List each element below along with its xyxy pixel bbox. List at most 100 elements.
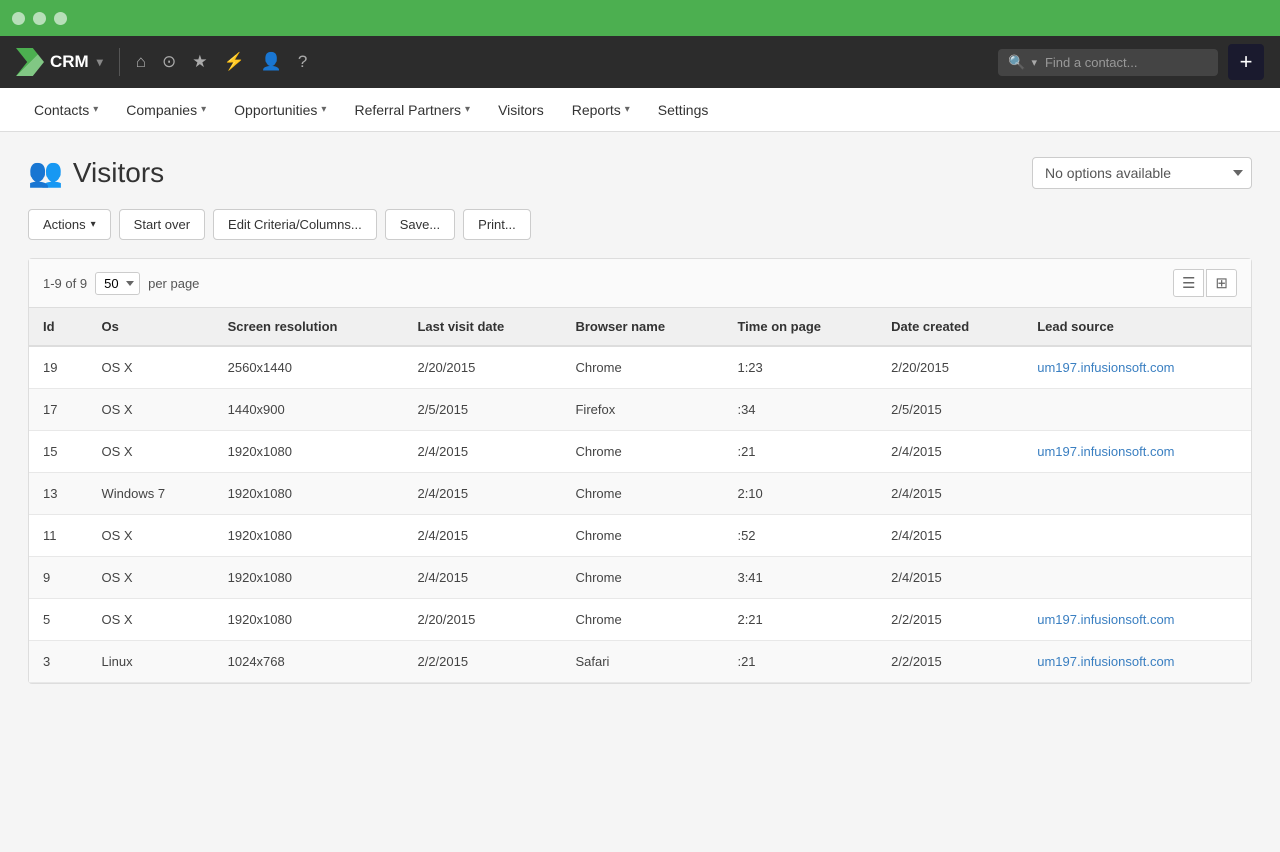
cell-lead-source[interactable]: um197.infusionsoft.com	[1023, 599, 1251, 641]
companies-caret: ▾	[201, 104, 206, 115]
window-close-dot[interactable]	[12, 12, 25, 25]
nav-icons: ⌂ ⊙ ★ ⚡ 👤 ?	[136, 52, 998, 72]
page-title: Visitors	[73, 157, 164, 189]
clock-icon[interactable]: ⊙	[162, 52, 176, 72]
cell-date-created: 2/4/2015	[877, 557, 1023, 599]
cell-last-visit: 2/4/2015	[403, 557, 561, 599]
cell-os: OS X	[88, 389, 214, 431]
cell-os: OS X	[88, 557, 214, 599]
table-row[interactable]: 3Linux1024x7682/2/2015Safari:212/2/2015u…	[29, 641, 1251, 683]
cell-lead-source	[1023, 515, 1251, 557]
actions-caret: ▾	[91, 219, 96, 230]
search-bar[interactable]: 🔍 ▾	[998, 49, 1218, 76]
cell-id: 9	[29, 557, 88, 599]
cell-os: OS X	[88, 599, 214, 641]
cell-date-created: 2/4/2015	[877, 473, 1023, 515]
col-id: Id	[29, 308, 88, 346]
table-row[interactable]: 17OS X1440x9002/5/2015Firefox:342/5/2015	[29, 389, 1251, 431]
app-name: CRM	[50, 52, 89, 72]
actions-button[interactable]: Actions ▾	[28, 209, 111, 240]
cell-id: 13	[29, 473, 88, 515]
home-icon[interactable]: ⌂	[136, 52, 146, 72]
cell-os: OS X	[88, 346, 214, 389]
options-dropdown[interactable]: No options available	[1032, 157, 1252, 189]
cell-resolution: 1920x1080	[214, 515, 404, 557]
cell-last-visit: 2/4/2015	[403, 431, 561, 473]
per-page-select[interactable]: 50	[95, 272, 140, 295]
table-row[interactable]: 5OS X1920x10802/20/2015Chrome2:212/2/201…	[29, 599, 1251, 641]
pagination-info: 1-9 of 9 50 per page	[43, 272, 199, 295]
visitors-table: Id Os Screen resolution Last visit date …	[29, 308, 1251, 683]
menu-visitors[interactable]: Visitors	[484, 88, 558, 132]
window-minimize-dot[interactable]	[33, 12, 46, 25]
search-dropdown-arrow[interactable]: ▾	[1031, 56, 1037, 69]
cell-os: Windows 7	[88, 473, 214, 515]
cell-browser: Chrome	[561, 431, 723, 473]
cell-lead-source	[1023, 557, 1251, 599]
cell-browser: Chrome	[561, 346, 723, 389]
cell-id: 5	[29, 599, 88, 641]
table-row[interactable]: 9OS X1920x10802/4/2015Chrome3:412/4/2015	[29, 557, 1251, 599]
menu-companies[interactable]: Companies ▾	[112, 88, 220, 132]
page-title-container: 👥 Visitors	[28, 156, 164, 189]
edit-criteria-button[interactable]: Edit Criteria/Columns...	[213, 209, 377, 240]
cell-last-visit: 2/4/2015	[403, 473, 561, 515]
toolbar: Actions ▾ Start over Edit Criteria/Colum…	[28, 209, 1252, 240]
cell-resolution: 1920x1080	[214, 473, 404, 515]
menu-bar: Contacts ▾ Companies ▾ Opportunities ▾ R…	[0, 88, 1280, 132]
menu-referral-partners[interactable]: Referral Partners ▾	[340, 88, 484, 132]
app-name-caret[interactable]: ▾	[97, 55, 103, 69]
window-maximize-dot[interactable]	[54, 12, 67, 25]
cell-last-visit: 2/20/2015	[403, 346, 561, 389]
table-header-row: Id Os Screen resolution Last visit date …	[29, 308, 1251, 346]
cell-time-on-page: :21	[723, 641, 877, 683]
col-browser-name: Browser name	[561, 308, 723, 346]
cell-lead-source	[1023, 389, 1251, 431]
grid-view-button[interactable]: ⊞	[1206, 269, 1237, 297]
help-icon[interactable]: ?	[298, 52, 307, 72]
user-icon[interactable]: 👤	[261, 52, 282, 72]
cell-date-created: 2/4/2015	[877, 431, 1023, 473]
add-button[interactable]: +	[1228, 44, 1264, 80]
cell-date-created: 2/4/2015	[877, 515, 1023, 557]
title-bar	[0, 0, 1280, 36]
table-row[interactable]: 11OS X1920x10802/4/2015Chrome:522/4/2015	[29, 515, 1251, 557]
col-screen-resolution: Screen resolution	[214, 308, 404, 346]
cell-lead-source[interactable]: um197.infusionsoft.com	[1023, 641, 1251, 683]
menu-contacts[interactable]: Contacts ▾	[20, 88, 112, 132]
cell-id: 15	[29, 431, 88, 473]
cell-lead-source[interactable]: um197.infusionsoft.com	[1023, 431, 1251, 473]
search-input[interactable]	[1045, 55, 1205, 70]
lightning-icon[interactable]: ⚡	[224, 52, 245, 72]
nav-bar: CRM ▾ ⌂ ⊙ ★ ⚡ 👤 ? 🔍 ▾ +	[0, 36, 1280, 88]
cell-time-on-page: 1:23	[723, 346, 877, 389]
menu-settings[interactable]: Settings	[644, 88, 723, 132]
list-view-button[interactable]: ☰	[1173, 269, 1204, 297]
col-date-created: Date created	[877, 308, 1023, 346]
col-last-visit-date: Last visit date	[403, 308, 561, 346]
menu-reports[interactable]: Reports ▾	[558, 88, 644, 132]
table-container: 1-9 of 9 50 per page ☰ ⊞ Id Os Screen re…	[28, 258, 1252, 684]
table-toolbar: 1-9 of 9 50 per page ☰ ⊞	[29, 259, 1251, 308]
start-over-button[interactable]: Start over	[119, 209, 205, 240]
print-button[interactable]: Print...	[463, 209, 531, 240]
cell-id: 19	[29, 346, 88, 389]
table-row[interactable]: 19OS X2560x14402/20/2015Chrome1:232/20/2…	[29, 346, 1251, 389]
cell-browser: Chrome	[561, 557, 723, 599]
cell-date-created: 2/2/2015	[877, 599, 1023, 641]
table-row[interactable]: 15OS X1920x10802/4/2015Chrome:212/4/2015…	[29, 431, 1251, 473]
cell-browser: Chrome	[561, 473, 723, 515]
menu-opportunities[interactable]: Opportunities ▾	[220, 88, 340, 132]
cell-last-visit: 2/20/2015	[403, 599, 561, 641]
cell-browser: Firefox	[561, 389, 723, 431]
star-icon[interactable]: ★	[192, 52, 207, 72]
col-lead-source: Lead source	[1023, 308, 1251, 346]
cell-id: 11	[29, 515, 88, 557]
opportunities-caret: ▾	[321, 104, 326, 115]
save-button[interactable]: Save...	[385, 209, 455, 240]
search-icon: 🔍	[1008, 54, 1025, 71]
table-row[interactable]: 13Windows 71920x10802/4/2015Chrome2:102/…	[29, 473, 1251, 515]
cell-browser: Chrome	[561, 515, 723, 557]
cell-lead-source[interactable]: um197.infusionsoft.com	[1023, 346, 1251, 389]
app-logo[interactable]: CRM ▾	[16, 48, 120, 76]
